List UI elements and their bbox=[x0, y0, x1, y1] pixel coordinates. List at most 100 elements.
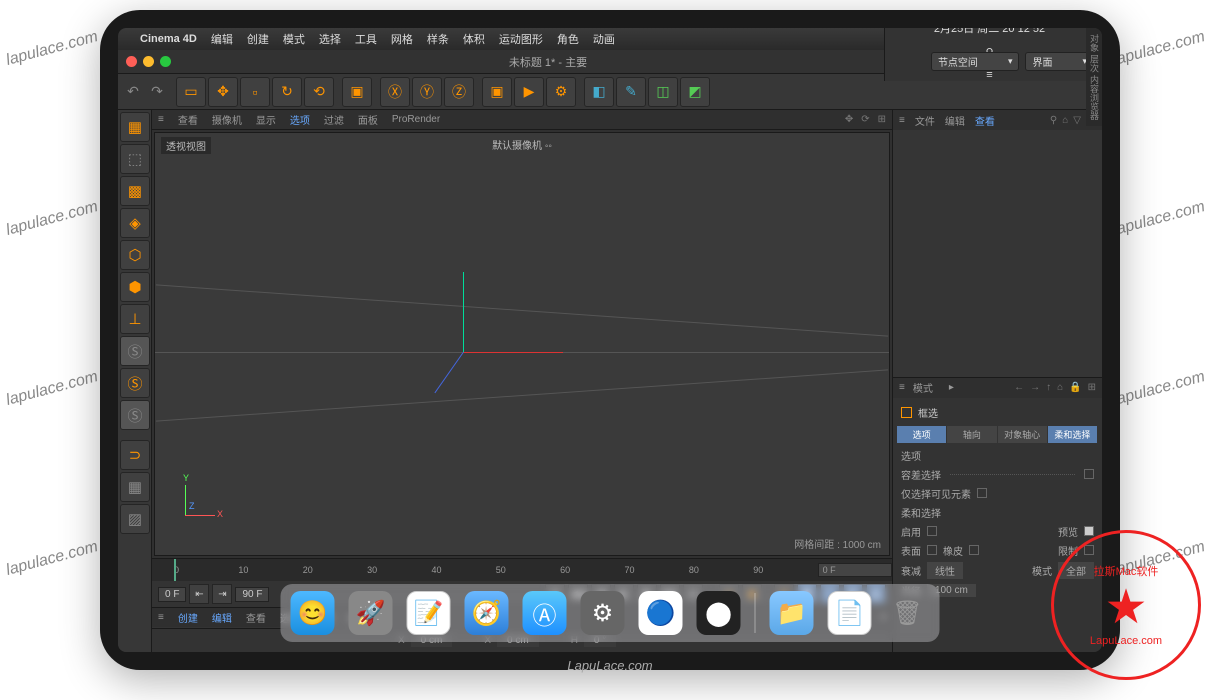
obj-home-icon[interactable]: ⌂ bbox=[1062, 115, 1068, 126]
dock-trash[interactable]: 🗑 bbox=[886, 591, 930, 635]
dock-launchpad[interactable]: 🚀 bbox=[349, 591, 393, 635]
attr-home-icon[interactable]: ⌂ bbox=[1057, 382, 1063, 393]
range-end[interactable]: ⇥ bbox=[212, 584, 232, 604]
start-frame[interactable]: 0 F bbox=[158, 587, 186, 602]
workplane[interactable]: ▦ bbox=[120, 472, 150, 502]
viewport[interactable]: 透视视图 默认摄像机 ◦◦ Y X Z 网格间距 : 1000 cm bbox=[154, 132, 890, 556]
vp-cameras[interactable]: 摄像机 bbox=[212, 112, 242, 127]
vp-display[interactable]: 显示 bbox=[256, 112, 276, 127]
tab-axis[interactable]: 轴向 bbox=[947, 426, 997, 443]
attr-back-icon[interactable]: ← bbox=[1014, 382, 1024, 393]
preview-check[interactable] bbox=[1084, 526, 1094, 536]
menu-spline[interactable]: 样条 bbox=[427, 31, 449, 47]
last-tool[interactable]: ⟲ bbox=[304, 77, 334, 107]
polygon-mode[interactable]: ⬢ bbox=[120, 272, 150, 302]
texture-mode[interactable]: ▩ bbox=[120, 176, 150, 206]
obj-hamburger[interactable]: ≡ bbox=[899, 115, 905, 126]
attr-opts-icon[interactable]: ⊞ bbox=[1088, 382, 1096, 393]
falloff-dd[interactable]: 线性 bbox=[927, 562, 963, 579]
dock-settings[interactable]: ⚙ bbox=[581, 591, 625, 635]
dock-chrome[interactable]: 🔵 bbox=[639, 591, 683, 635]
render-pv[interactable]: ▶ bbox=[514, 77, 544, 107]
attr-mode[interactable]: 模式 bbox=[913, 380, 933, 395]
menu-tools[interactable]: 工具 bbox=[355, 31, 377, 47]
tolerant-check[interactable] bbox=[1084, 469, 1094, 479]
snap-s2[interactable]: Ⓢ bbox=[120, 368, 150, 398]
layout-dropdown[interactable]: 界面 bbox=[1025, 52, 1094, 71]
mat-hamburger[interactable]: ≡ bbox=[158, 612, 164, 623]
mat-edit[interactable]: 编辑 bbox=[212, 610, 232, 625]
close-button[interactable] bbox=[126, 56, 137, 67]
model-mode[interactable]: ▦ bbox=[120, 112, 150, 142]
vp-prorender[interactable]: ProRender bbox=[392, 114, 440, 125]
dock-textedit[interactable]: 📝 bbox=[407, 591, 451, 635]
vp-hamburger[interactable]: ≡ bbox=[158, 114, 164, 125]
vp-options[interactable]: 选项 bbox=[290, 112, 310, 127]
rubber-check[interactable] bbox=[969, 545, 979, 555]
dock-finder[interactable]: 😊 bbox=[291, 591, 335, 635]
rotate-tool[interactable]: ↻ bbox=[272, 77, 302, 107]
vp-nav3-icon[interactable]: ⊞ bbox=[878, 114, 886, 125]
vp-view[interactable]: 查看 bbox=[178, 112, 198, 127]
deformer-tool[interactable]: ◩ bbox=[680, 77, 710, 107]
mat-view[interactable]: 查看 bbox=[246, 610, 266, 625]
object-mode[interactable]: ⬚ bbox=[120, 144, 150, 174]
minimize-button[interactable] bbox=[143, 56, 154, 67]
menu-select[interactable]: 选择 bbox=[319, 31, 341, 47]
vp-nav1-icon[interactable]: ✥ bbox=[845, 114, 853, 125]
visible-check[interactable] bbox=[977, 488, 987, 498]
menu-volume[interactable]: 体积 bbox=[463, 31, 485, 47]
generator-tool[interactable]: ◫ bbox=[648, 77, 678, 107]
menu-edit[interactable]: 编辑 bbox=[211, 31, 233, 47]
edge-mode[interactable]: ⬡ bbox=[120, 240, 150, 270]
point-mode[interactable]: ◈ bbox=[120, 208, 150, 238]
menu-mograph[interactable]: 运动图形 bbox=[499, 31, 543, 47]
menu-animate[interactable]: 动画 bbox=[593, 31, 615, 47]
enable-check[interactable] bbox=[927, 526, 937, 536]
snap-s3[interactable]: Ⓢ bbox=[120, 400, 150, 430]
end-frame[interactable]: 90 F bbox=[235, 587, 269, 602]
attr-up-icon[interactable]: ↑ bbox=[1046, 382, 1051, 393]
dock-document[interactable]: 📄 bbox=[828, 591, 872, 635]
time-ruler[interactable]: 010 2030 4050 6070 8090 0 F bbox=[152, 559, 892, 581]
attr-lock-icon[interactable]: 🔒 bbox=[1069, 382, 1081, 393]
right-tabs[interactable]: 对象 层次 内容浏览器 bbox=[1086, 28, 1102, 126]
undo-button[interactable]: ↶ bbox=[122, 78, 144, 106]
app-name[interactable]: Cinema 4D bbox=[140, 33, 197, 45]
menu-create[interactable]: 创建 bbox=[247, 31, 269, 47]
dock-c4d[interactable]: ⬤ bbox=[697, 591, 741, 635]
menu-mesh[interactable]: 网格 bbox=[391, 31, 413, 47]
obj-search-icon[interactable]: ⚲ bbox=[1050, 115, 1057, 126]
y-axis[interactable]: Ⓨ bbox=[412, 77, 442, 107]
tab-softsel[interactable]: 柔和选择 bbox=[1048, 426, 1098, 443]
menu-character[interactable]: 角色 bbox=[557, 31, 579, 47]
menu-mode[interactable]: 模式 bbox=[283, 31, 305, 47]
magnet-tool[interactable]: ⊃ bbox=[120, 440, 150, 470]
obj-view[interactable]: 查看 bbox=[975, 113, 995, 128]
scale-tool[interactable]: ▫ bbox=[240, 77, 270, 107]
vp-panel[interactable]: 面板 bbox=[358, 112, 378, 127]
obj-filter-icon[interactable]: ▽ bbox=[1073, 115, 1081, 126]
range-start[interactable]: ⇤ bbox=[189, 584, 209, 604]
axis-mode[interactable]: ⊥ bbox=[120, 304, 150, 334]
maximize-button[interactable] bbox=[160, 56, 171, 67]
select-tool[interactable]: ▭ bbox=[176, 77, 206, 107]
dock-downloads[interactable]: 📁 bbox=[770, 591, 814, 635]
dock-safari[interactable]: 🧭 bbox=[465, 591, 509, 635]
object-tree[interactable]: 对象 层次 内容浏览器 bbox=[893, 130, 1102, 378]
render-view[interactable]: ▣ bbox=[482, 77, 512, 107]
clock[interactable]: 2月25日 周二 20 12 52 bbox=[934, 28, 1045, 36]
tab-options[interactable]: 选项 bbox=[897, 426, 947, 443]
mat-create[interactable]: 创建 bbox=[178, 610, 198, 625]
attr-hamburger[interactable]: ≡ bbox=[899, 382, 905, 393]
render-settings[interactable]: ⚙ bbox=[546, 77, 576, 107]
attr-fwd-icon[interactable]: → bbox=[1030, 382, 1040, 393]
grid-tool[interactable]: ▨ bbox=[120, 504, 150, 534]
locked-tool[interactable]: ▣ bbox=[342, 77, 372, 107]
snap-s1[interactable]: Ⓢ bbox=[120, 336, 150, 366]
node-space-dropdown[interactable]: 节点空间 bbox=[931, 52, 1020, 71]
obj-file[interactable]: 文件 bbox=[915, 113, 935, 128]
pen-tool[interactable]: ✎ bbox=[616, 77, 646, 107]
vp-filter[interactable]: 过滤 bbox=[324, 112, 344, 127]
vp-nav2-icon[interactable]: ⟳ bbox=[861, 114, 869, 125]
